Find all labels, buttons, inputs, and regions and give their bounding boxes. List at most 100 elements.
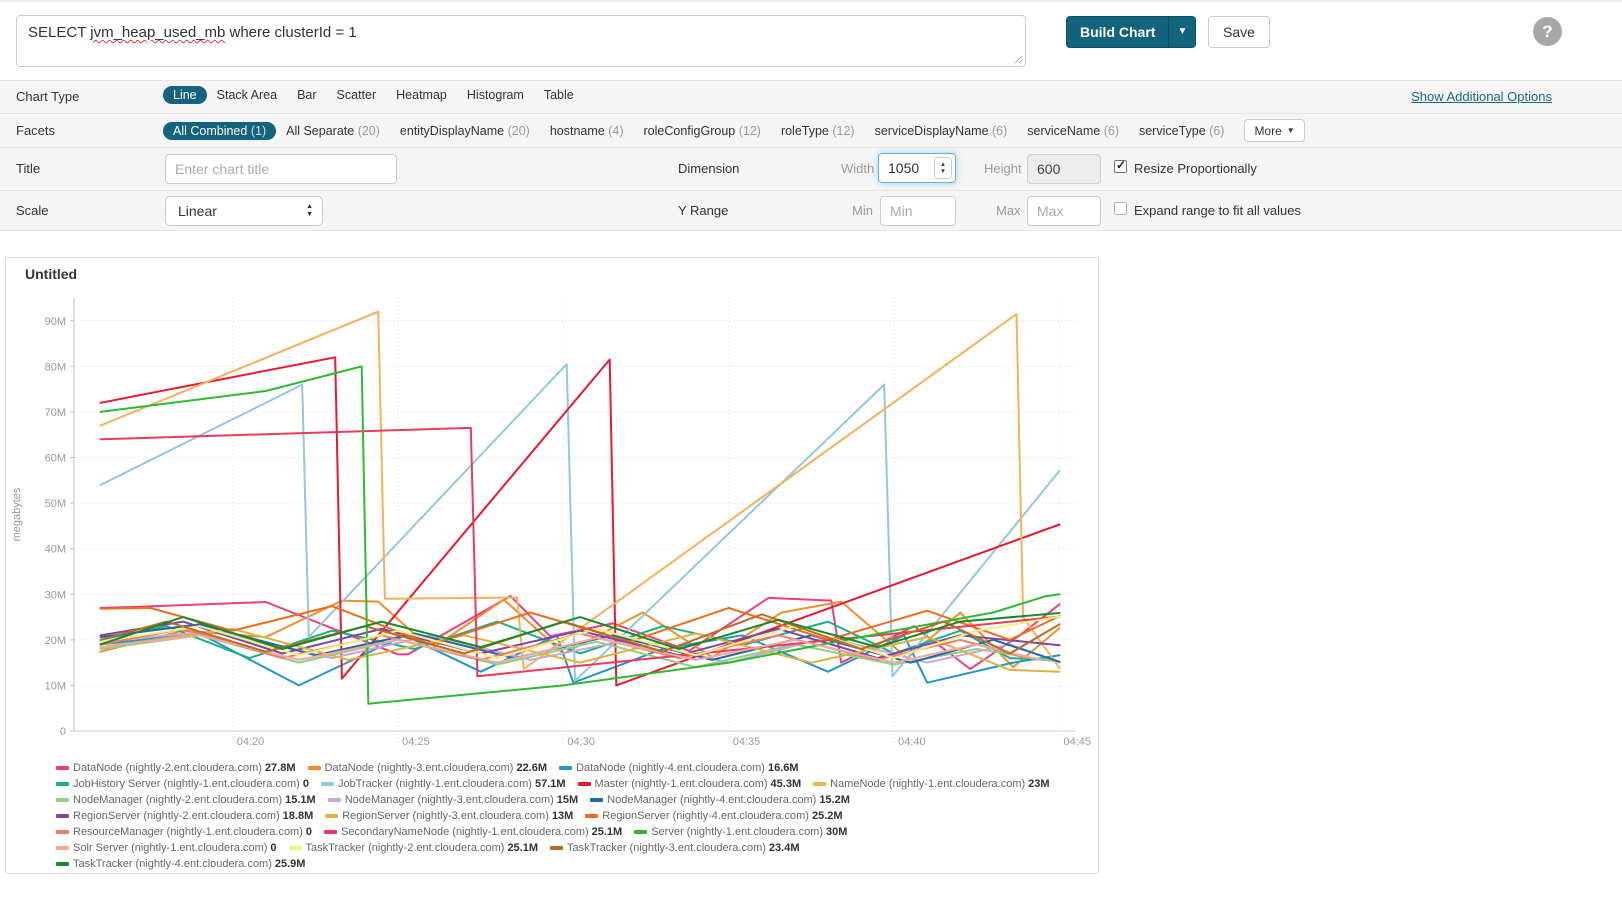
width-label: Width (841, 161, 874, 176)
svg-text:40M: 40M (45, 544, 66, 556)
chart-options: Chart Type LineStack AreaBarScatterHeatm… (0, 80, 1622, 231)
svg-text:70M: 70M (45, 407, 66, 419)
width-input-wrap: ▲▼ (878, 153, 956, 183)
legend-item: TaskTracker (nightly-2.ent.cloudera.com)… (289, 842, 538, 855)
facet-pill-all-separate[interactable]: All Separate (20) (276, 122, 390, 140)
svg-text:megabytes: megabytes (11, 487, 23, 541)
legend-item: JobHistory Server (nightly-1.ent.clouder… (56, 778, 309, 791)
legend-item: Solr Server (nightly-1.ent.cloudera.com)… (56, 842, 277, 855)
tsquery-input[interactable]: SELECT jvm_heap_used_mb where clusterId … (16, 15, 1026, 67)
svg-text:90M: 90M (45, 316, 66, 328)
svg-text:04:40: 04:40 (898, 736, 926, 748)
width-stepper[interactable]: ▲▼ (934, 157, 952, 179)
legend-swatch-icon (56, 782, 69, 786)
legend-item: JobTracker (nightly-1.ent.cloudera.com)5… (321, 778, 566, 791)
scale-select-value: Linear (178, 203, 217, 219)
facet-pill-servicedisplayname[interactable]: serviceDisplayName (6) (865, 122, 1018, 140)
legend-swatch-icon (634, 830, 647, 834)
y-min-input[interactable] (880, 196, 956, 226)
build-chart-label: Build Chart (1067, 17, 1168, 47)
save-button[interactable]: Save (1208, 16, 1270, 48)
resize-proportionally-checkbox[interactable] (1114, 160, 1127, 173)
facet-pill-servicetype[interactable]: serviceType (6) (1129, 122, 1234, 140)
svg-text:0: 0 (60, 726, 66, 738)
chart-type-pill-heatmap[interactable]: Heatmap (386, 86, 457, 104)
legend-swatch-icon (550, 846, 563, 850)
max-label: Max (996, 203, 1021, 218)
legend-item: NodeManager (nightly-4.ent.cloudera.com)… (590, 794, 850, 807)
legend-swatch-icon (56, 766, 69, 770)
legend-swatch-icon (324, 830, 337, 834)
dimension-label: Dimension (678, 161, 739, 176)
legend-item: NodeManager (nightly-3.ent.cloudera.com)… (328, 794, 579, 807)
build-chart-dropdown-caret-icon[interactable]: ▼ (1169, 17, 1195, 47)
chart-type-pill-line[interactable]: Line (163, 86, 207, 104)
legend-swatch-icon (578, 782, 591, 786)
legend-item: DataNode (nightly-2.ent.cloudera.com)27.… (56, 762, 296, 775)
legend-item: RegionServer (nightly-4.ent.cloudera.com… (585, 810, 842, 823)
svg-text:04:30: 04:30 (567, 736, 595, 748)
min-label: Min (852, 203, 873, 218)
facet-pill-entitydisplayname[interactable]: entityDisplayName (20) (390, 122, 540, 140)
svg-text:60M: 60M (45, 453, 66, 465)
chart-type-pill-histogram[interactable]: Histogram (457, 86, 534, 104)
scale-select[interactable]: Linear ▲▼ (165, 196, 323, 226)
svg-text:04:45: 04:45 (1063, 736, 1091, 748)
legend-item: TaskTracker (nightly-3.ent.cloudera.com)… (550, 842, 799, 855)
legend-swatch-icon (56, 846, 69, 850)
y-range-label: Y Range (678, 203, 728, 218)
chart-type-pill-table[interactable]: Table (534, 86, 584, 104)
select-arrows-icon: ▲▼ (306, 197, 313, 225)
chart-type-label: Chart Type (16, 89, 79, 104)
chart-type-row: Chart Type LineStack AreaBarScatterHeatm… (0, 80, 1622, 113)
legend-swatch-icon (56, 862, 69, 866)
legend-swatch-icon (328, 798, 341, 802)
svg-text:04:25: 04:25 (402, 736, 430, 748)
svg-text:04:20: 04:20 (237, 736, 265, 748)
facet-pill-hostname[interactable]: hostname (4) (540, 122, 634, 140)
chart-preview-card: Untitled 010M20M30M40M50M60M70M80M90M04:… (5, 257, 1099, 874)
expand-range-checkbox[interactable] (1114, 202, 1127, 215)
chart-type-pill-scatter[interactable]: Scatter (327, 86, 387, 104)
legend-item: Server (nightly-1.ent.cloudera.com)30M (634, 826, 847, 839)
svg-text:50M: 50M (45, 498, 66, 510)
legend-item: NameNode (nightly-1.ent.cloudera.com)23M (813, 778, 1049, 791)
legend-item: SecondaryNameNode (nightly-1.ent.clouder… (324, 826, 622, 839)
legend-swatch-icon (590, 798, 603, 802)
chart-type-pill-bar[interactable]: Bar (287, 86, 326, 104)
legend-swatch-icon (321, 782, 334, 786)
title-dimension-row: Title Dimension Width ▲▼ Height Resize P… (0, 147, 1622, 190)
title-label: Title (16, 161, 40, 176)
facet-pill-roletype[interactable]: roleType (12) (771, 122, 865, 140)
facet-pill-all-combined[interactable]: All Combined (1) (163, 122, 276, 140)
help-icon[interactable]: ? (1533, 17, 1562, 46)
textarea-resize-handle[interactable] (1013, 54, 1023, 64)
scale-label: Scale (16, 203, 49, 218)
legend-swatch-icon (56, 814, 69, 818)
legend-swatch-icon (308, 766, 321, 770)
legend-item: Master (nightly-1.ent.cloudera.com)45.3M (578, 778, 802, 791)
legend-swatch-icon (813, 782, 826, 786)
query-metric: jvm_heap_used_mb (90, 24, 225, 41)
show-additional-options-link[interactable]: Show Additional Options (1411, 89, 1552, 104)
legend-swatch-icon (585, 814, 598, 818)
line-chart: 010M20M30M40M50M60M70M80M90M04:2004:2504… (6, 286, 1100, 756)
facet-pill-roleconfiggroup[interactable]: roleConfigGroup (12) (634, 122, 771, 140)
build-chart-button[interactable]: Build Chart ▼ (1066, 16, 1196, 48)
y-max-input[interactable] (1027, 196, 1101, 226)
chart-builder-page: SELECT jvm_heap_used_mb where clusterId … (0, 0, 1622, 906)
legend-item: DataNode (nightly-4.ent.cloudera.com)16.… (559, 762, 799, 775)
facets-more-button[interactable]: More▼ (1244, 119, 1304, 142)
query-section: SELECT jvm_heap_used_mb where clusterId … (0, 2, 1622, 80)
chart-type-pill-stack-area[interactable]: Stack Area (207, 86, 287, 104)
legend-item: RegionServer (nightly-3.ent.cloudera.com… (325, 810, 573, 823)
chart-title-input[interactable] (165, 154, 397, 184)
svg-text:20M: 20M (45, 635, 66, 647)
svg-text:80M: 80M (45, 361, 66, 373)
legend-swatch-icon (559, 766, 572, 770)
legend-item: ResourceManager (nightly-1.ent.cloudera.… (56, 826, 312, 839)
query-text: SELECT jvm_heap_used_mb where clusterId … (28, 24, 357, 41)
svg-text:04:35: 04:35 (733, 736, 761, 748)
resize-proportionally-label: Resize Proportionally (1134, 161, 1257, 176)
facet-pill-servicename[interactable]: serviceName (6) (1017, 122, 1129, 140)
